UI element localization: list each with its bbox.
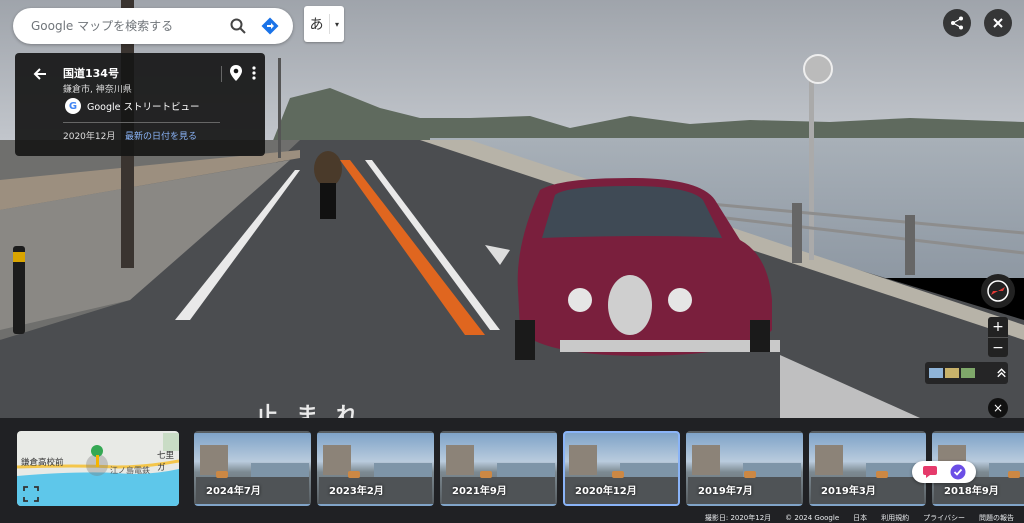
mini-map[interactable]: 鎌倉高校前 七里ガ 江ノ島電鉄	[17, 431, 179, 506]
footer-privacy-link[interactable]: プライバシー	[923, 513, 965, 523]
sea	[620, 463, 678, 477]
vehicle	[612, 471, 624, 478]
capture-date: 2020年12月	[63, 132, 116, 142]
close-icon	[993, 18, 1003, 28]
layer-thumbnail	[960, 368, 975, 378]
footer-report-link[interactable]: 問題の報告	[979, 513, 1014, 523]
timeline-thumbnail[interactable]: 2024年7月	[194, 431, 311, 506]
layer-thumbnail	[944, 368, 959, 378]
footer-copyright: © 2024 Google	[785, 513, 840, 522]
input-method-selector[interactable]: あ ▾	[304, 6, 344, 42]
left-sidewalk	[0, 150, 300, 330]
sea	[497, 463, 555, 477]
search-icon[interactable]	[225, 13, 251, 39]
chevron-down-icon[interactable]: ▾	[330, 20, 344, 29]
street-view-source: G Google ストリートビュー	[65, 98, 200, 114]
expand-up-icon[interactable]	[995, 366, 1008, 380]
bollard	[13, 246, 25, 334]
place-label: 七里ガ	[157, 451, 175, 473]
timeline-thumbnail[interactable]: 2021年9月	[440, 431, 557, 506]
sea	[374, 463, 432, 477]
divider	[221, 66, 222, 82]
footer-capture-date: 撮影日: 2020年12月	[704, 513, 772, 522]
layer-thumbnail	[929, 368, 943, 378]
thumbnail-date-label: 2018年9月	[944, 486, 999, 497]
road-marking-text: 止まれ	[256, 404, 377, 418]
timeline-thumbnail[interactable]: 2019年3月	[809, 431, 926, 506]
motorcycle-rider	[314, 151, 342, 219]
search-box[interactable]	[13, 8, 293, 44]
divider	[63, 122, 220, 123]
station-label: 鎌倉高校前	[21, 458, 64, 468]
thumbnail-date-label: 2021年9月	[452, 486, 507, 497]
compass-button[interactable]	[981, 274, 1015, 308]
verified-check-icon	[950, 464, 966, 480]
location-subtitle: 鎌倉市, 神奈川県	[63, 85, 132, 95]
layer-switcher[interactable]	[925, 362, 1008, 384]
source-label: Google ストリートビュー	[87, 102, 200, 113]
footer-bar: 撮影日: 2020年12月 © 2024 Google 日本 利用規約 プライバ…	[0, 512, 1024, 523]
vehicle	[348, 471, 360, 478]
timeline-bar: 鎌倉高校前 七里ガ 江ノ島電鉄 2024年7月 2023年2月 2021年9月 202…	[0, 418, 1024, 523]
timeline-thumbnail[interactable]: 2023年2月	[317, 431, 434, 506]
map-pin-icon[interactable]	[229, 64, 243, 82]
back-arrow-icon[interactable]	[31, 65, 49, 83]
rail-line-label: 江ノ島電鉄	[110, 466, 150, 475]
road-sign	[803, 54, 833, 84]
latest-date-link[interactable]: 最新の日付を見る	[125, 129, 197, 142]
thumbnail-date-label: 2019年3月	[821, 486, 876, 497]
timeline-thumbnail[interactable]: 2020年12月	[563, 431, 680, 506]
share-icon	[951, 16, 963, 30]
thumbnail-date-label: 2020年12月	[575, 486, 637, 497]
sea	[251, 463, 309, 477]
chat-bubble-icon	[923, 466, 937, 478]
vehicle	[480, 471, 492, 478]
building	[569, 445, 597, 475]
share-button[interactable]	[943, 9, 971, 37]
vehicle	[876, 471, 888, 478]
footer-terms-link[interactable]: 利用規約	[881, 513, 909, 523]
building	[815, 445, 843, 475]
vehicle	[216, 471, 228, 478]
fullscreen-icon[interactable]	[23, 486, 39, 502]
mini-map-graphic	[17, 433, 179, 506]
thumbnail-date-label: 2019年7月	[698, 486, 753, 497]
vehicle	[744, 471, 756, 478]
vehicle	[1008, 471, 1020, 478]
location-title: 国道134号	[63, 67, 119, 80]
zoom-control: + −	[988, 317, 1008, 357]
chat-widget[interactable]	[912, 461, 976, 483]
timeline-thumbnails: 2024年7月 2023年2月 2021年9月 2020年12月 2019年7月 2019…	[194, 431, 1024, 506]
red-car	[515, 178, 780, 360]
thumbnail-date-label: 2023年2月	[329, 486, 384, 497]
building	[323, 445, 351, 475]
close-button[interactable]	[984, 9, 1012, 37]
building	[692, 445, 720, 475]
location-info-panel: 国道134号 鎌倉市, 神奈川県 G Google ストリートビュー 2020年…	[15, 53, 265, 156]
zoom-out-button[interactable]: −	[988, 337, 1008, 357]
building	[446, 445, 474, 475]
close-timeline-button[interactable]: ×	[988, 398, 1008, 418]
search-input[interactable]	[31, 19, 219, 33]
street-lamp-pole	[278, 58, 281, 158]
input-method-char: あ	[304, 14, 330, 34]
more-options-icon[interactable]	[251, 65, 257, 81]
timeline-thumbnail[interactable]: 2019年7月	[686, 431, 803, 506]
thumbnail-date-label: 2024年7月	[206, 486, 261, 497]
compass-icon	[987, 280, 1009, 302]
google-logo-icon: G	[65, 98, 81, 114]
directions-icon[interactable]	[257, 13, 283, 39]
zoom-in-button[interactable]: +	[988, 317, 1008, 337]
footer-country[interactable]: 日本	[853, 513, 867, 523]
